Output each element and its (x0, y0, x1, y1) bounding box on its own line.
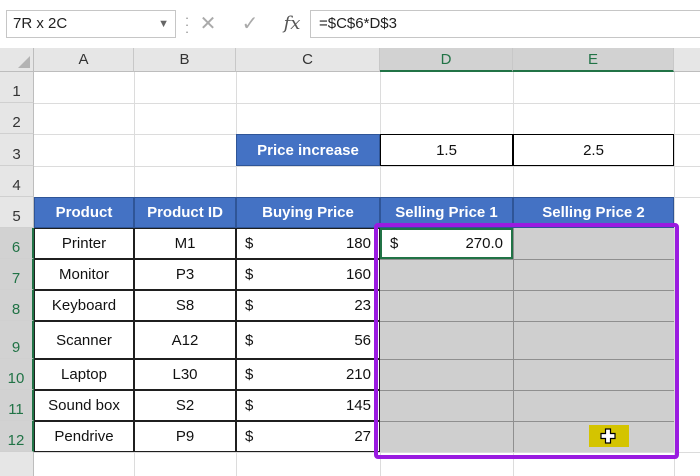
row-header-2[interactable]: 2 (0, 103, 34, 134)
row-header-1[interactable]: 1 (0, 72, 34, 103)
buying-price-cell[interactable]: $160 (236, 259, 380, 290)
row-header-12[interactable]: 12 (0, 421, 34, 452)
row-header-11[interactable]: 11 (0, 390, 34, 421)
header-product-id[interactable]: Product ID (134, 197, 236, 228)
column-header-e[interactable]: E (513, 48, 674, 72)
fill-cursor-icon[interactable] (600, 428, 616, 444)
column-header-b[interactable]: B (134, 48, 236, 72)
currency-symbol: $ (245, 366, 254, 383)
product-id-cell[interactable]: A12 (134, 321, 236, 359)
price-value: 23 (354, 297, 371, 314)
row-header-3[interactable]: 3 (0, 134, 34, 166)
chevron-down-icon[interactable]: ▼ (158, 11, 169, 37)
row-header-10[interactable]: 10 (0, 359, 34, 390)
product-id-cell[interactable]: S2 (134, 390, 236, 421)
product-cell[interactable]: Sound box (34, 390, 134, 421)
product-cell[interactable]: Pendrive (34, 421, 134, 452)
price-increase-label[interactable]: Price increase (236, 134, 380, 166)
header-product[interactable]: Product (34, 197, 134, 228)
buying-price-cell[interactable]: $180 (236, 228, 380, 259)
price-value: 56 (354, 331, 371, 349)
selection-highlight-outline (374, 223, 679, 459)
buying-price-cell[interactable]: $23 (236, 290, 380, 321)
buying-price-cell[interactable]: $145 (236, 390, 380, 421)
product-id-cell[interactable]: S8 (134, 290, 236, 321)
currency-symbol: $ (245, 235, 254, 252)
product-cell[interactable]: Scanner (34, 321, 134, 359)
price-value: 160 (345, 266, 371, 283)
currency-symbol: $ (245, 297, 254, 314)
column-header-f[interactable] (674, 48, 700, 72)
row-header-7[interactable]: 7 (0, 259, 34, 290)
product-id-cell[interactable]: L30 (134, 359, 236, 390)
gridline (34, 166, 700, 167)
row-header-9[interactable]: 9 (0, 321, 34, 359)
name-box[interactable]: 7R x 2C ▼ (6, 10, 176, 38)
row-header-13[interactable] (0, 452, 34, 476)
currency-symbol: $ (245, 397, 254, 414)
enter-icon[interactable]: ✓ (236, 10, 264, 38)
price-value: 145 (345, 397, 371, 414)
price-value: 180 (345, 235, 371, 252)
header-buying-price[interactable]: Buying Price (236, 197, 380, 228)
currency-symbol: $ (245, 266, 254, 283)
column-header-d[interactable]: D (380, 48, 513, 72)
currency-symbol: $ (245, 331, 254, 349)
select-all-button[interactable] (0, 48, 34, 72)
product-id-cell[interactable]: P9 (134, 421, 236, 452)
product-cell[interactable]: Monitor (34, 259, 134, 290)
more-options-icon[interactable]: · · · (184, 11, 190, 38)
price-value: 210 (345, 366, 371, 383)
row-header-6[interactable]: 6 (0, 228, 34, 259)
column-header-c[interactable]: C (236, 48, 380, 72)
product-cell[interactable]: Printer (34, 228, 134, 259)
cell-d3[interactable]: 1.5 (380, 134, 513, 166)
cancel-icon[interactable]: ✕ (194, 10, 222, 38)
buying-price-cell[interactable]: $210 (236, 359, 380, 390)
insert-function-icon[interactable]: fx (278, 10, 306, 38)
currency-symbol: $ (245, 428, 254, 445)
column-header-a[interactable]: A (34, 48, 134, 72)
buying-price-cell[interactable]: $27 (236, 421, 380, 452)
gridline (34, 103, 700, 104)
product-id-cell[interactable]: M1 (134, 228, 236, 259)
row-header-5[interactable]: 5 (0, 197, 34, 228)
name-box-value: 7R x 2C (13, 15, 68, 32)
product-cell[interactable]: Laptop (34, 359, 134, 390)
cell-e3[interactable]: 2.5 (513, 134, 674, 166)
formula-input[interactable]: =$C$6*D$3 (310, 10, 700, 38)
product-cell[interactable]: Keyboard (34, 290, 134, 321)
buying-price-cell[interactable]: $56 (236, 321, 380, 359)
row-header-8[interactable]: 8 (0, 290, 34, 321)
price-value: 27 (354, 428, 371, 445)
product-id-cell[interactable]: P3 (134, 259, 236, 290)
row-header-4[interactable]: 4 (0, 166, 34, 197)
